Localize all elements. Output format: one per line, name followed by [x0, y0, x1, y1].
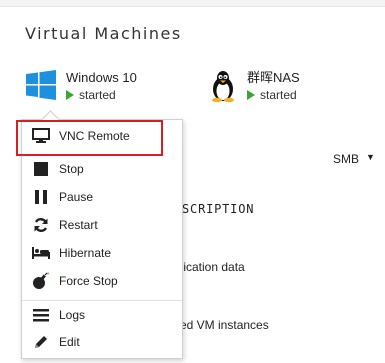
top-bar: [0, 0, 385, 7]
menu-item-label: Hibernate: [59, 246, 112, 260]
menu-item-label: Pause: [59, 190, 94, 204]
menu-divider: [22, 300, 182, 301]
description-cell: plication data: [174, 260, 245, 274]
pause-icon: [32, 188, 50, 206]
bed-icon: [32, 244, 50, 262]
menu-item-label: Restart: [59, 218, 98, 232]
menu-item-label: Force Stop: [59, 274, 118, 288]
vm-nas[interactable]: 群晖NAS started: [209, 70, 300, 107]
bomb-icon: [32, 272, 50, 290]
menu-item-force-stop[interactable]: Force Stop: [22, 268, 182, 294]
share-smb-label[interactable]: SMB: [333, 152, 359, 166]
vm-status: started: [66, 88, 137, 102]
menu-item-hibernate[interactable]: Hibernate: [22, 240, 182, 266]
menu-item-label: Edit: [59, 335, 80, 349]
play-icon: [247, 90, 255, 100]
description-column-header: ESCRIPTION: [174, 202, 255, 216]
vm-status: started: [247, 88, 300, 102]
section-title: Virtual Machines: [25, 24, 182, 43]
list-icon: [32, 306, 50, 324]
highlight-box: [16, 120, 163, 156]
menu-item-restart[interactable]: Restart: [22, 212, 182, 238]
menu-item-label: Stop: [59, 162, 84, 176]
menu-item-pause[interactable]: Pause: [22, 184, 182, 210]
menu-item-edit[interactable]: Edit: [22, 329, 182, 355]
menu-item-label: Logs: [59, 308, 86, 322]
vm-status-label: started: [79, 88, 116, 102]
menu-item-stop[interactable]: Stop: [22, 156, 182, 182]
refresh-icon: [32, 216, 50, 234]
pencil-icon: [32, 333, 50, 351]
stop-icon: [32, 160, 50, 178]
description-cell: ved VM instances: [174, 318, 269, 332]
vm-name: 群晖NAS: [247, 70, 300, 85]
vm-status-label: started: [260, 88, 297, 102]
menu-item-logs[interactable]: Logs: [22, 302, 182, 328]
play-icon: [66, 90, 74, 100]
linux-tux-icon[interactable]: [209, 70, 237, 107]
chevron-down-icon[interactable]: ▼: [366, 152, 375, 162]
vm-windows-10[interactable]: Windows 10 started: [26, 70, 137, 105]
vm-name: Windows 10: [66, 70, 137, 85]
windows-logo-icon[interactable]: [26, 70, 56, 105]
